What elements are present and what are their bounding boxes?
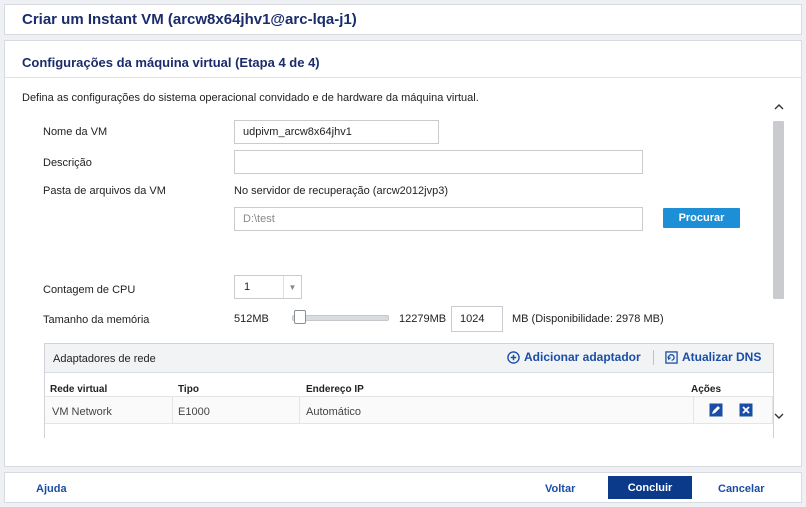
column-header-ip-address: Endereço IP: [306, 384, 364, 395]
column-divider: [693, 396, 694, 424]
chevron-down-icon[interactable]: [774, 411, 784, 421]
add-adapter-label: Adicionar adaptador: [524, 350, 641, 364]
delete-icon[interactable]: [739, 403, 753, 417]
network-adapters-header: Adaptadores de rede Adicionar adaptador: [45, 344, 773, 373]
row-virtual-network: VM Network: [52, 406, 112, 418]
finish-button[interactable]: Concluir: [608, 476, 692, 499]
chevron-up-icon[interactable]: [774, 102, 784, 112]
column-divider: [299, 396, 300, 424]
cancel-button[interactable]: Cancelar: [718, 483, 764, 495]
title-divider: [5, 77, 801, 78]
panel-title: Configurações da máquina virtual (Etapa …: [22, 55, 320, 70]
window-title: Criar um Instant VM (arcw8x64jhv1@arc-lq…: [22, 11, 357, 28]
dropdown-arrow-icon[interactable]: ▼: [283, 276, 301, 298]
memory-slider-thumb[interactable]: [293, 310, 306, 324]
memory-size-input[interactable]: [451, 306, 503, 332]
scrollbar-thumb[interactable]: [773, 121, 784, 299]
memory-size-label: Tamanho da memória: [43, 314, 150, 326]
row-type: E1000: [178, 406, 210, 418]
header-separator: [653, 350, 654, 365]
dns-refresh-icon: [665, 350, 678, 364]
network-adapters-section: Adaptadores de rede Adicionar adaptador: [44, 343, 774, 438]
update-dns-button[interactable]: Atualizar DNS: [665, 350, 761, 364]
folder-label: Pasta de arquivos da VM: [43, 185, 166, 197]
row-ip-address: Automático: [306, 406, 362, 418]
folder-server-text: No servidor de recuperação (arcw2012jvp3…: [234, 185, 448, 197]
cpu-count-select[interactable]: 1 ▼: [234, 275, 302, 299]
vm-name-input[interactable]: [234, 120, 439, 144]
memory-availability-text: MB (Disponibilidade: 2978 MB): [512, 313, 664, 325]
cpu-count-value: 1: [244, 281, 251, 293]
memory-min-label: 512MB: [234, 313, 269, 325]
settings-scroll-area[interactable]: Nome da VM Descrição Pasta de arquivos d…: [22, 108, 788, 438]
cpu-count-label: Contagem de CPU: [43, 284, 136, 296]
table-row[interactable]: VM Network E1000 Automático: [45, 396, 773, 424]
description-label: Descrição: [43, 157, 92, 169]
description-input[interactable]: [234, 150, 643, 174]
settings-panel: Configurações da máquina virtual (Etapa …: [4, 40, 802, 467]
column-divider: [172, 396, 173, 424]
browse-button[interactable]: Procurar: [663, 208, 740, 228]
column-header-actions: Ações: [691, 384, 722, 395]
add-adapter-button[interactable]: Adicionar adaptador: [507, 350, 641, 364]
plus-circle-icon: [507, 350, 520, 364]
column-header-type: Tipo: [178, 384, 199, 395]
settings-scrollbar[interactable]: [772, 99, 786, 425]
back-button[interactable]: Voltar: [545, 483, 575, 495]
dialog-footer: Ajuda Voltar Concluir Cancelar: [4, 472, 802, 503]
panel-intro: Defina as configurações do sistema opera…: [22, 92, 479, 104]
vm-name-label: Nome da VM: [43, 126, 108, 138]
memory-max-label: 12279MB: [399, 313, 447, 325]
update-dns-label: Atualizar DNS: [682, 350, 762, 364]
help-link[interactable]: Ajuda: [36, 483, 67, 495]
window-title-bar: Criar um Instant VM (arcw8x64jhv1@arc-lq…: [4, 4, 802, 35]
edit-icon[interactable]: [709, 403, 723, 417]
network-adapters-title: Adaptadores de rede: [53, 353, 156, 365]
memory-slider-track[interactable]: [292, 315, 389, 321]
column-header-virtual-network: Rede virtual: [50, 384, 108, 395]
folder-path-input[interactable]: [234, 207, 643, 231]
